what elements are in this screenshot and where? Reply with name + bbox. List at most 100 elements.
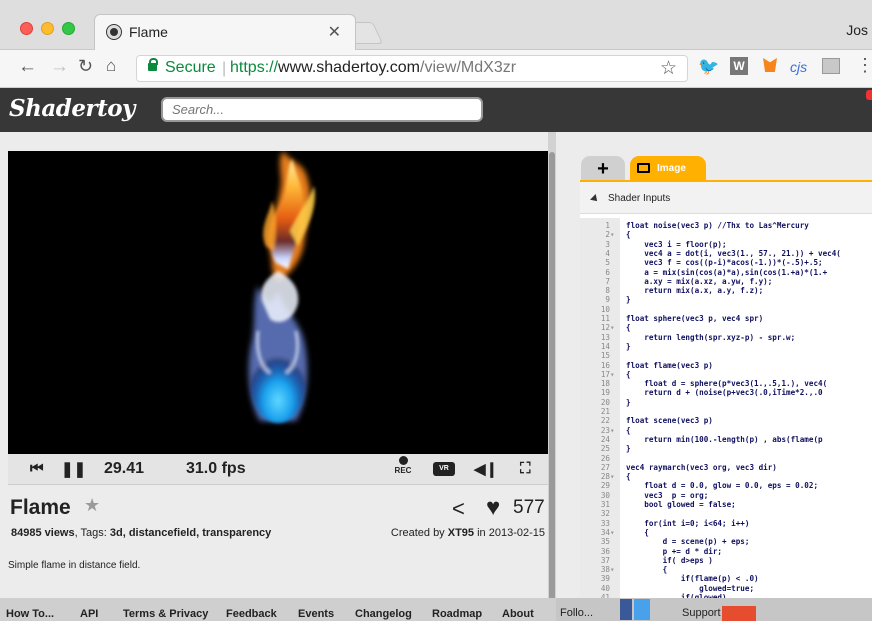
fold-toggle-icon[interactable]: ▾ <box>610 566 620 574</box>
footer-link-events[interactable]: Events <box>298 608 334 620</box>
metamask-icon[interactable] <box>763 58 777 72</box>
fold-toggle-icon[interactable]: ▾ <box>610 473 620 481</box>
tab-close-icon[interactable]: ✕ <box>328 22 341 42</box>
shader-viewport[interactable] <box>8 151 548 454</box>
forward-arrow-icon[interactable]: → <box>50 56 69 78</box>
fold-toggle-icon[interactable]: ▾ <box>610 426 620 435</box>
vr-button[interactable]: VR <box>433 462 455 476</box>
code-line[interactable]: 32 <box>580 510 872 518</box>
like-heart-icon[interactable]: ♥ <box>486 494 500 522</box>
code-line[interactable]: 40 glowed=true; <box>580 584 872 593</box>
code-line[interactable]: 2▾ { <box>580 231 872 239</box>
footer-link-api[interactable]: API <box>80 608 98 620</box>
w-icon[interactable]: W <box>730 57 748 75</box>
profile-name[interactable]: Jos <box>846 22 868 38</box>
footer-link-about[interactable]: About <box>502 608 534 620</box>
fold-toggle-icon[interactable]: ▾ <box>610 324 620 332</box>
footer-link-roadmap[interactable]: Roadmap <box>432 608 482 620</box>
fullscreen-icon[interactable]: ⛶ <box>520 460 531 477</box>
code-line[interactable]: 8 return mix(a.x, a.y, f.z); <box>580 287 872 295</box>
browser-tab-flame[interactable]: Flame ✕ <box>94 14 356 51</box>
code-line[interactable]: 34▾ { <box>580 528 872 537</box>
pause-icon[interactable]: ❚❚ <box>61 460 86 478</box>
fold-toggle-icon[interactable]: ▾ <box>610 231 620 239</box>
code-line[interactable]: 16 float flame(vec3 p) <box>580 361 872 370</box>
code-line[interactable]: 22 float scene(vec3 p) <box>580 417 872 425</box>
twitter-follow-icon[interactable] <box>634 599 650 620</box>
code-line[interactable]: 1 float noise(vec3 p) //Thx to Las^Mercur… <box>580 222 872 230</box>
code-area[interactable]: 1 float noise(vec3 p) //Thx to Las^Mercur… <box>580 218 872 618</box>
code-line[interactable]: 26 <box>580 454 872 463</box>
code-text: } <box>626 295 631 305</box>
record-button[interactable]: REC <box>394 456 412 475</box>
bookmark-star-icon[interactable]: ☆ <box>660 57 677 80</box>
code-line[interactable]: 35 d = scene(p) + eps; <box>580 538 872 546</box>
code-line[interactable]: 11 float sphere(vec3 p, vec4 spr) <box>580 315 872 323</box>
code-line[interactable]: 17▾ { <box>580 370 872 379</box>
menu-icon[interactable]: ⋮ <box>856 55 872 76</box>
tag-list[interactable]: 3d, distancefield, transparency <box>110 527 271 539</box>
tab-image[interactable]: Image <box>630 156 706 182</box>
footer-link-changelog[interactable]: Changelog <box>355 608 412 620</box>
shader-title: Flame <box>10 496 71 519</box>
rewind-icon[interactable]: ⏮ <box>30 460 44 477</box>
code-line[interactable]: 15 <box>580 352 872 360</box>
code-text: float d = sphere(p*vec3(1.,.5,1.), vec4( <box>626 379 828 389</box>
address-bar[interactable]: Secure | https://www.shadertoy.com/view/… <box>136 55 688 82</box>
code-line[interactable]: 5 vec3 f = cos((p-i)*acos(-1.))*(-.5)+.5… <box>580 259 872 267</box>
footer-link-howto[interactable]: How To... <box>6 608 54 620</box>
footer-link-feedback[interactable]: Feedback <box>226 608 277 620</box>
code-line[interactable]: 29 float d = 0.0, glow = 0.0, eps = 0.02… <box>580 482 872 490</box>
home-icon[interactable]: ⌂ <box>106 56 116 76</box>
fold-toggle-icon[interactable]: ▾ <box>610 370 620 379</box>
code-line[interactable]: 12▾ { <box>580 324 872 332</box>
code-line[interactable]: 37 if( d>eps ) <box>580 556 872 565</box>
code-line[interactable]: 25} <box>580 445 872 453</box>
code-line[interactable]: 7 a.xy = mix(a.xz, a.yw, f.y); <box>580 277 872 286</box>
code-line[interactable]: 19 return d + (noise(p+vec3(.0,iTime*2.,… <box>580 389 872 397</box>
code-line[interactable]: 4 vec4 a = dot(i, vec3(1., 57., 21.)) + … <box>580 249 872 258</box>
favorite-star-icon[interactable]: ★ <box>84 495 100 516</box>
share-icon[interactable]: < <box>452 496 465 522</box>
code-line[interactable]: 3 vec3 i = floor(p); <box>580 240 872 249</box>
code-line[interactable]: 14} <box>580 342 872 351</box>
fold-toggle-icon[interactable]: ▾ <box>610 528 620 537</box>
facebook-icon[interactable] <box>620 599 632 620</box>
code-line[interactable]: 13 return length(spr.xyz-p) - spr.w; <box>580 332 872 342</box>
add-tab-button[interactable]: + <box>581 156 625 182</box>
code-line[interactable]: 39 if(flame(p) < .0) <box>580 575 872 583</box>
code-line[interactable]: 27 vec4 raymarch(vec3 org, vec3 dir) <box>580 463 872 472</box>
code-line[interactable]: 33 for(int i=0; i<64; i++) <box>580 519 872 528</box>
shader-inputs-toggle[interactable]: Shader Inputs <box>580 182 872 214</box>
search-input[interactable] <box>161 97 483 122</box>
code-line[interactable]: 23▾ { <box>580 426 872 435</box>
code-line[interactable]: 6 a = mix(sin(cos(a)*a),sin(cos(1.+a)*(1… <box>580 268 872 277</box>
code-line[interactable]: 18 float d = sphere(p*vec3(1.,.5,1.), ve… <box>580 380 872 388</box>
minimize-window-button[interactable] <box>41 22 54 35</box>
author-link[interactable]: XT95 <box>448 527 474 539</box>
cjs-icon[interactable]: cjs <box>790 59 807 75</box>
code-text: return length(spr.xyz-p) - spr.w; <box>626 332 796 342</box>
code-line[interactable]: 24 return min(100.-length(p) , abs(flame… <box>580 435 872 444</box>
close-window-button[interactable] <box>20 22 33 35</box>
code-line[interactable]: 10 <box>580 305 872 314</box>
code-line[interactable]: 28▾ { <box>580 473 872 481</box>
twitter-icon[interactable]: 🐦 <box>698 57 719 77</box>
volume-icon[interactable]: ◀❙ <box>474 460 498 478</box>
code-line[interactable]: 9} <box>580 296 872 304</box>
page-scrollbar-thumb[interactable] <box>549 152 555 607</box>
code-line[interactable]: 38▾ { <box>580 566 872 574</box>
code-line[interactable]: 30 vec3 p = org; <box>580 491 872 500</box>
code-line[interactable]: 20} <box>580 398 872 407</box>
back-arrow-icon[interactable]: ← <box>18 56 37 78</box>
code-line[interactable]: 31 bool glowed = false; <box>580 501 872 509</box>
code-text: float d = 0.0, glow = 0.0, eps = 0.02; <box>626 481 819 491</box>
maximize-window-button[interactable] <box>62 22 75 35</box>
reload-icon[interactable]: ↻ <box>78 56 93 77</box>
code-line[interactable]: 21 <box>580 408 872 416</box>
site-logo[interactable]: Shadertoy <box>9 95 135 122</box>
patreon-icon[interactable] <box>722 606 756 621</box>
footer-link-terms[interactable]: Terms & Privacy <box>123 608 208 620</box>
code-line[interactable]: 36 p += d * dir; <box>580 547 872 556</box>
extension-icon[interactable] <box>822 58 840 74</box>
